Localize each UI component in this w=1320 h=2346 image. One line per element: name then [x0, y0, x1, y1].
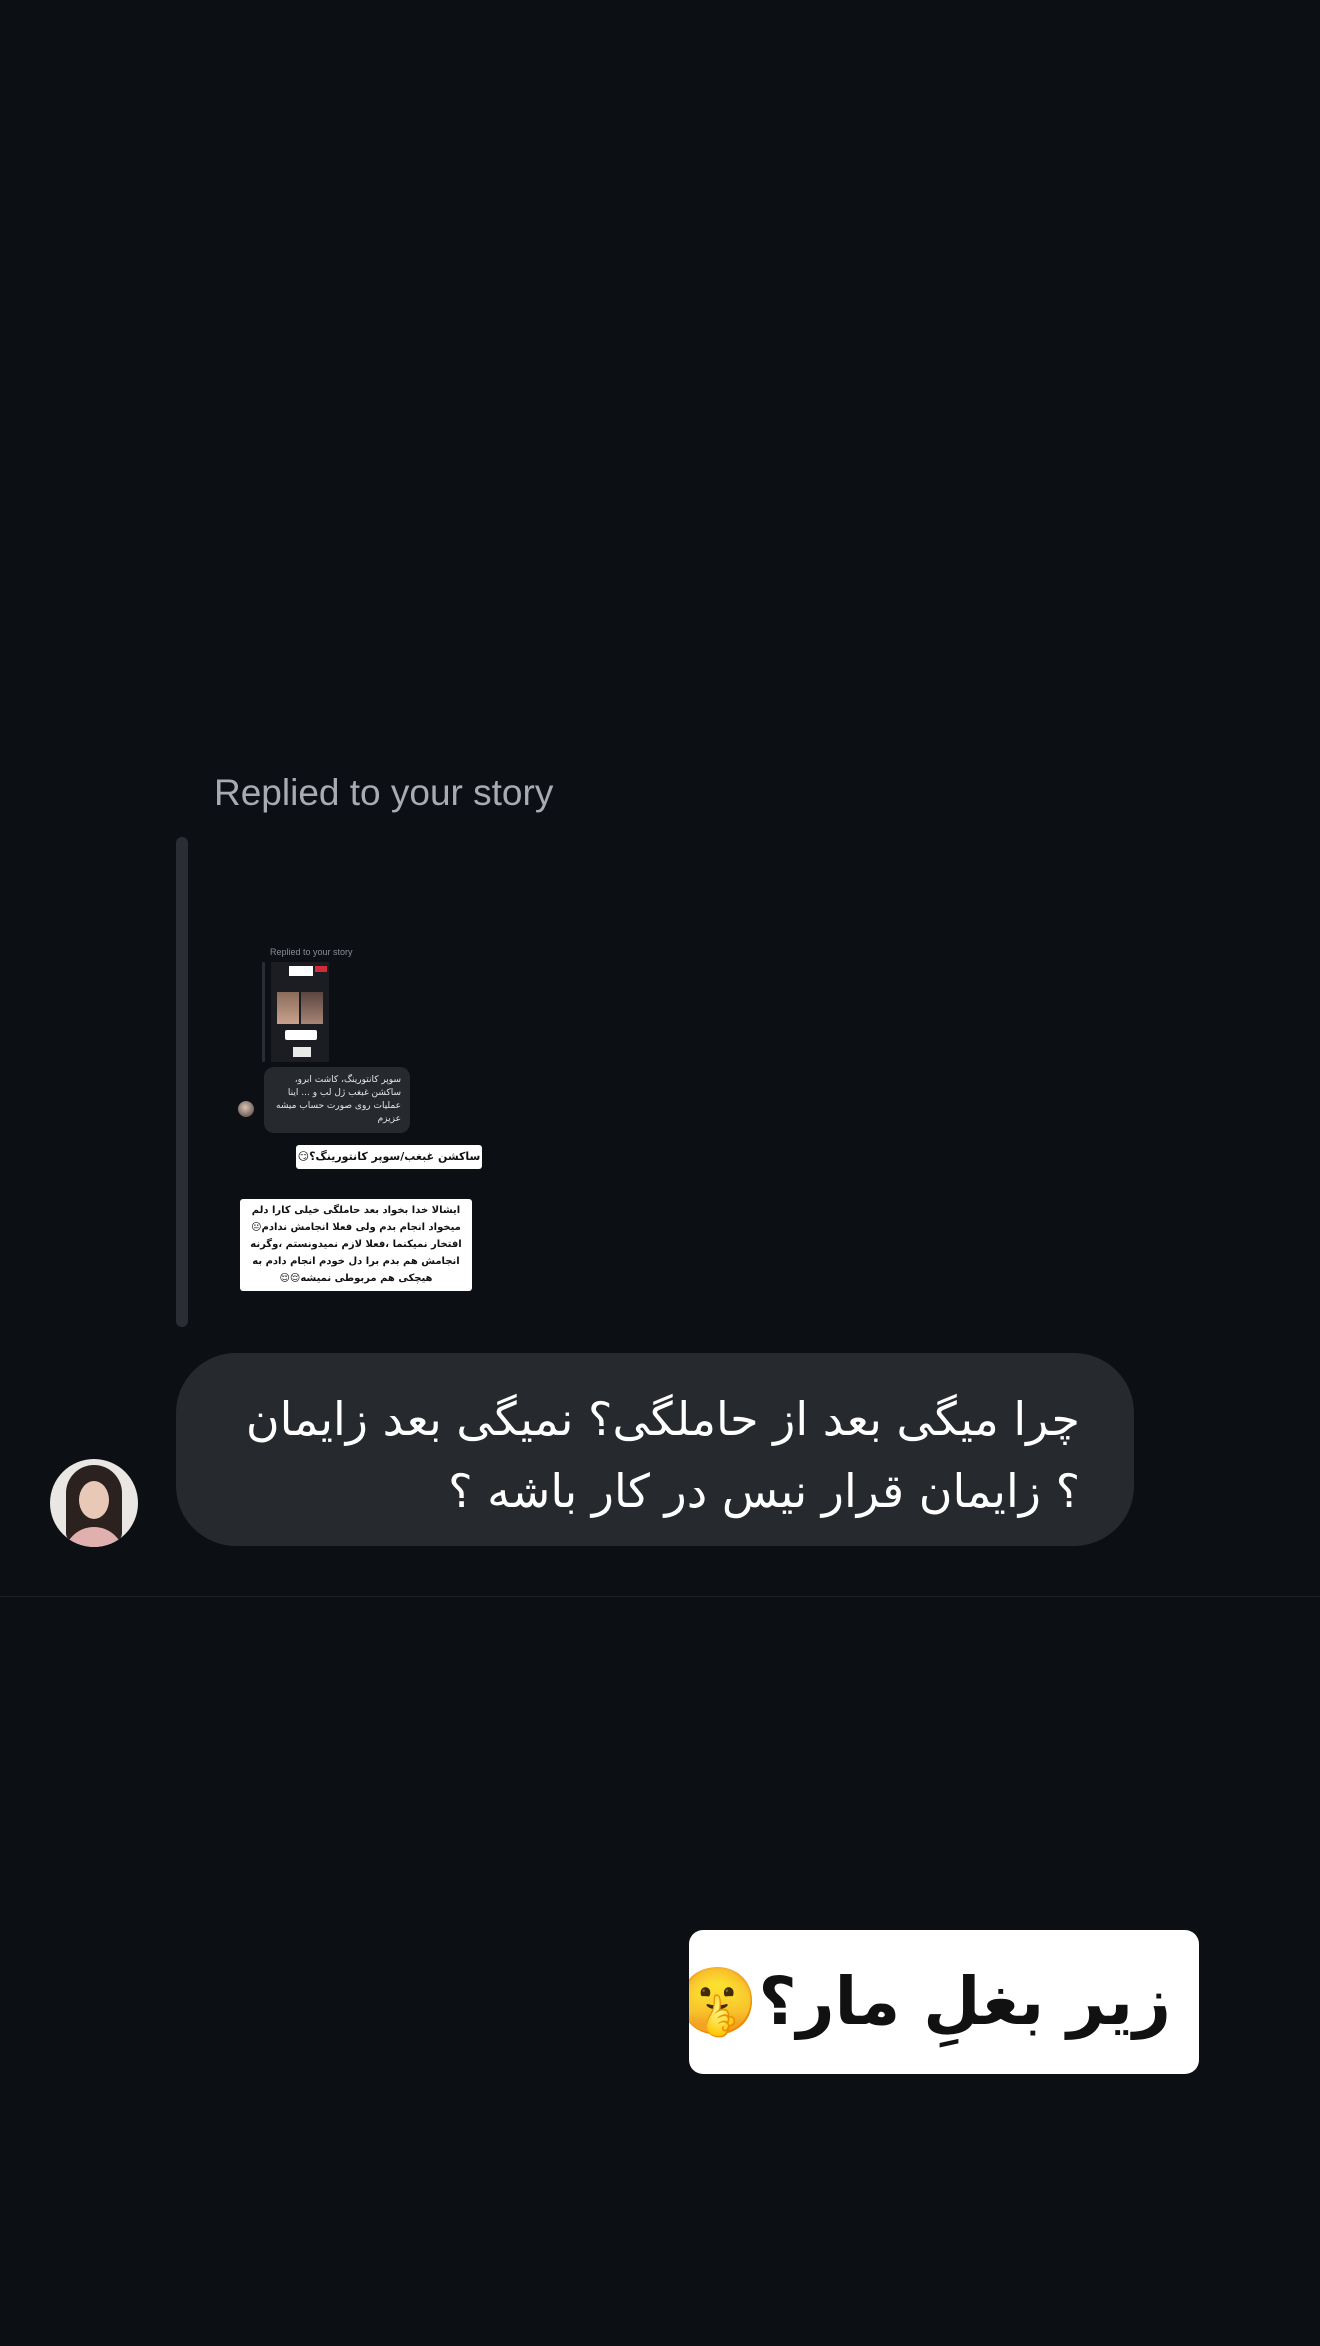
quote-bar — [176, 837, 188, 1327]
story-preview-avatar — [238, 1101, 254, 1117]
text-sticker: زیر بغلِ مار؟🤫🤪 — [689, 1930, 1199, 2074]
story-preview-sticker-2: ایشالا خدا بخواد بعد حاملگی خیلی کارا دل… — [240, 1199, 472, 1291]
replied-to-story-label: Replied to your story — [214, 772, 554, 813]
story-preview-image — [271, 962, 329, 1062]
sender-avatar[interactable] — [50, 1459, 138, 1547]
divider — [0, 1596, 1320, 1597]
story-preview-header: Replied to your story — [270, 947, 353, 957]
story-preview-sticker-1: ساکشن غبغب/سوپر کانتورینگ؟😏 — [296, 1145, 482, 1169]
story-preview-quote-bar — [262, 962, 265, 1062]
story-preview[interactable]: Replied to your story سوپر کانتورینگ، کا… — [214, 837, 504, 1327]
story-preview-bubble: سوپر کانتورینگ، کاشت ابرو، ساکشن غبغب ژل… — [264, 1067, 410, 1133]
message-bubble[interactable]: چرا میگی بعد از حاملگی؟ نمیگی بعد زایمان… — [176, 1353, 1134, 1546]
